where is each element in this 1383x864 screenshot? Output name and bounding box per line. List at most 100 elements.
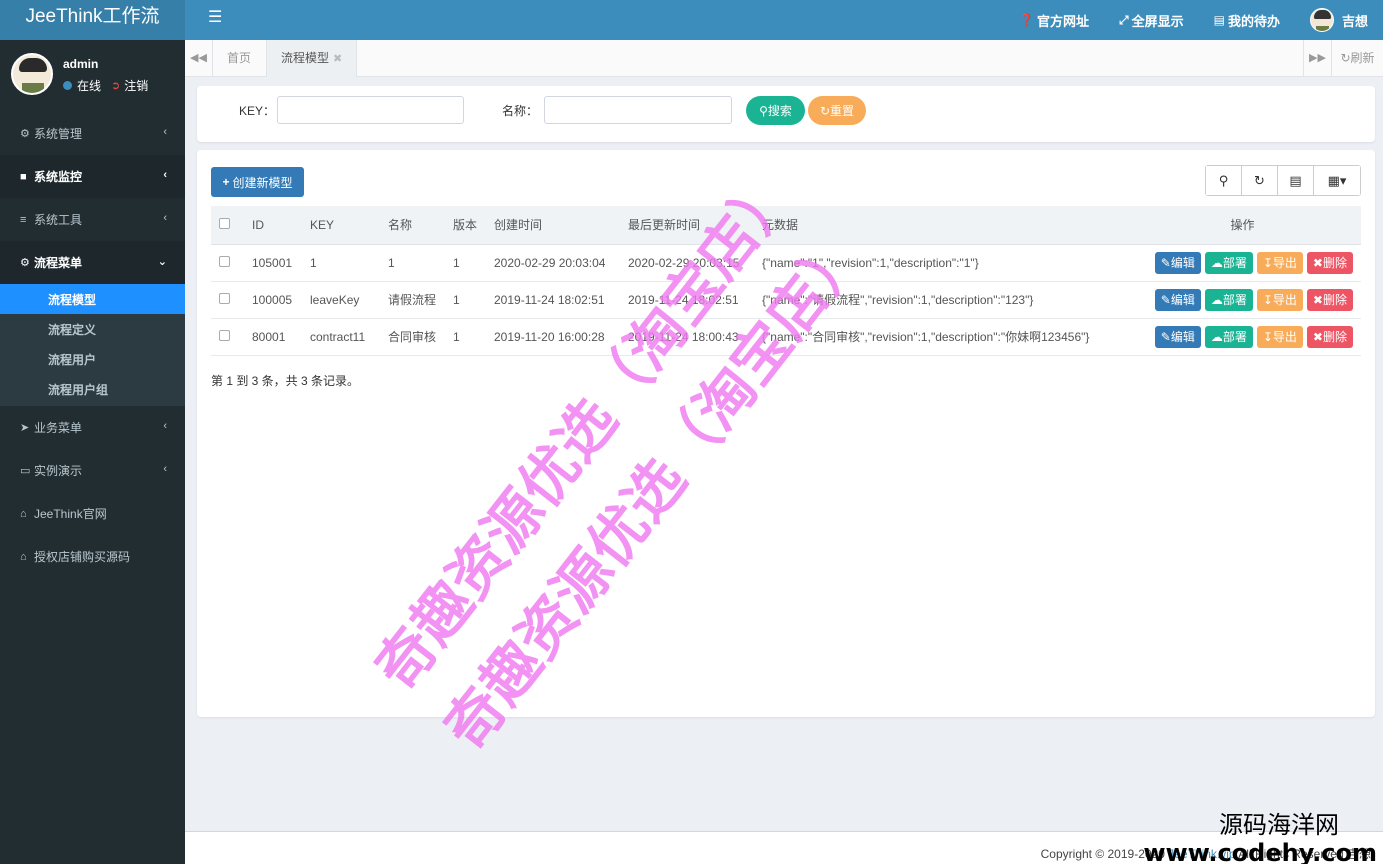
refresh-icon: ↻	[1340, 51, 1351, 65]
reset-button[interactable]: ↻ 重置	[808, 96, 866, 125]
cell-name: 合同审核	[380, 318, 445, 356]
edit-button[interactable]: ✎ 编辑	[1154, 325, 1201, 348]
delete-button[interactable]: ✖ 删除	[1306, 325, 1353, 348]
create-model-button[interactable]: + 创建新模型	[211, 167, 304, 197]
col-ops: 操作	[1124, 206, 1361, 245]
cloud-upload-icon: ☁	[1210, 255, 1223, 270]
deploy-button[interactable]: ☁ 部署	[1204, 288, 1253, 311]
sidebar-item-system-tools[interactable]: ≡ 系统工具 ‹	[0, 198, 185, 241]
desktop-icon: ▭	[20, 465, 31, 477]
close-icon: ✖	[1312, 329, 1323, 344]
top-header: JeeThink工作流 ☰ ❓ 官方网址 ⤢ 全屏显示 ▤ 我的待办 吉想	[0, 0, 1383, 40]
submenu-item-groups[interactable]: 流程用户组	[0, 374, 185, 404]
edit-button[interactable]: ✎ 编辑	[1154, 251, 1201, 274]
delete-button[interactable]: ✖ 删除	[1306, 288, 1353, 311]
row-checkbox[interactable]	[219, 255, 230, 267]
key-label: KEY：	[239, 104, 276, 118]
edit-icon: ✎	[1160, 255, 1171, 270]
tab-home[interactable]: 首页	[213, 40, 265, 77]
online-dot-icon	[63, 81, 72, 90]
col-updated[interactable]: 最后更新时间	[620, 206, 754, 245]
sidebar-item-system-monitor[interactable]: ■ 系统监控 ‹	[0, 155, 185, 198]
deploy-button[interactable]: ☁ 部署	[1204, 325, 1253, 348]
sign-out-icon: ➲	[111, 80, 121, 92]
fullscreen-link[interactable]: ⤢ 全屏显示	[1104, 0, 1199, 40]
submenu-item-model[interactable]: 流程模型	[0, 284, 185, 314]
key-input[interactable]	[277, 96, 464, 124]
app-logo[interactable]: JeeThink工作流	[0, 0, 185, 40]
sidebar-item-business-menu[interactable]: ➤ 业务菜单 ‹	[0, 406, 185, 449]
cell-version: 1	[445, 244, 486, 282]
name-input[interactable]	[544, 96, 732, 124]
col-meta[interactable]: 元数据	[754, 206, 1124, 245]
bars-icon: ≡	[20, 213, 27, 226]
sidebar-item-buy-source[interactable]: ⌂ 授权店铺购买源码	[0, 535, 185, 578]
question-circle-icon: ❓	[1019, 13, 1034, 27]
user-status: 在线 ➲ 注销	[63, 77, 148, 94]
toggle-view-button[interactable]: ▤	[1278, 166, 1314, 195]
name-label: 名称：	[502, 104, 539, 118]
my-tasks-link[interactable]: ▤ 我的待办	[1199, 0, 1295, 40]
cloud-upload-icon: ☁	[1210, 329, 1223, 344]
chevron-down-icon: ⌄	[157, 256, 167, 268]
close-icon: ✖	[1312, 255, 1323, 270]
columns-button[interactable]: ▦▾	[1314, 166, 1360, 195]
col-id[interactable]: ID	[244, 206, 302, 245]
tab-workflow-model[interactable]: 流程模型 ✖	[266, 40, 358, 77]
close-icon: ✖	[1312, 292, 1323, 307]
sidebar-item-demo[interactable]: ▭ 实例演示 ‹	[0, 449, 185, 492]
row-select-cell	[211, 318, 244, 356]
select-all-checkbox[interactable]	[219, 217, 230, 229]
user-name: admin	[63, 57, 99, 71]
table-row: 105001 1 1 1 2020-02-29 20:03:04 2020-02…	[211, 244, 1361, 282]
search-toggle-button[interactable]: ⚲	[1206, 166, 1242, 195]
sidebar-item-official-site[interactable]: ⌂ JeeThink官网	[0, 492, 185, 535]
refresh-table-button[interactable]: ↻	[1242, 166, 1278, 195]
model-panel: + 创建新模型 ⚲ ↻ ▤ ▦▾ ID KEY 名称 版本 创建时间 最后更新时间…	[197, 150, 1375, 717]
sidebar-item-system-admin[interactable]: ⚙ 系统管理 ‹	[0, 112, 185, 155]
user-panel: admin 在线 ➲ 注销	[0, 40, 185, 112]
cell-key: contract11	[302, 318, 380, 356]
col-key[interactable]: KEY	[302, 206, 380, 245]
export-button[interactable]: ↧ 导出	[1256, 325, 1303, 348]
col-version[interactable]: 版本	[445, 206, 486, 245]
columns-icon: ▦▾	[1327, 172, 1347, 188]
row-checkbox[interactable]	[219, 292, 230, 304]
cell-id: 105001	[244, 244, 302, 282]
export-button[interactable]: ↧ 导出	[1256, 288, 1303, 311]
deploy-button[interactable]: ☁ 部署	[1204, 251, 1253, 274]
close-icon[interactable]: ✖	[333, 53, 342, 65]
gear-icon: ⚙	[20, 128, 30, 140]
submenu-item-users[interactable]: 流程用户	[0, 344, 185, 374]
cell-name: 1	[380, 244, 445, 282]
col-name[interactable]: 名称	[380, 206, 445, 245]
row-checkbox[interactable]	[219, 329, 230, 341]
refresh-button[interactable]: ↻刷新	[1331, 40, 1383, 77]
edit-button[interactable]: ✎ 编辑	[1154, 288, 1201, 311]
bars-icon[interactable]: ☰	[208, 10, 222, 26]
table-header-row: ID KEY 名称 版本 创建时间 最后更新时间 元数据 操作	[211, 206, 1361, 245]
chevron-left-icon: ‹	[163, 212, 167, 224]
tabs-bar: ◀◀ 首页 流程模型 ✖ ▶▶ ↻刷新	[185, 40, 1383, 77]
official-site-footer-link[interactable]: JeeThink.vip	[1168, 847, 1235, 861]
expand-icon: ⤢	[1119, 12, 1129, 27]
sidebar-item-workflow-menu[interactable]: ⚙ 流程菜单 ⌄	[0, 241, 185, 284]
user-menu[interactable]: 吉想	[1295, 0, 1383, 40]
submenu-item-definition[interactable]: 流程定义	[0, 314, 185, 344]
export-button[interactable]: ↧ 导出	[1256, 251, 1303, 274]
footer: Copyright © 2019-2020 JeeThink.vip All R…	[185, 831, 1383, 864]
tabs-scroll-left-icon[interactable]: ◀◀	[185, 40, 213, 77]
table-row: 100005 leaveKey 请假流程 1 2019-11-24 18:02:…	[211, 281, 1361, 319]
cell-meta: {"name":"1","revision":1,"description":"…	[754, 244, 1124, 282]
delete-button[interactable]: ✖ 删除	[1306, 251, 1353, 274]
logout-link[interactable]: 注销	[124, 77, 148, 94]
col-created[interactable]: 创建时间	[486, 206, 620, 245]
cell-updated: 2019-11-24 18:02:51	[620, 281, 754, 319]
official-site-link[interactable]: ❓ 官方网址	[1004, 0, 1104, 40]
cell-name: 请假流程	[380, 281, 445, 319]
download-icon: ↧	[1262, 329, 1273, 344]
tabs-scroll-right-icon[interactable]: ▶▶	[1303, 40, 1331, 77]
refresh-icon: ↻	[819, 103, 831, 118]
avatar	[11, 53, 53, 95]
search-button[interactable]: ⚲ 搜索	[746, 96, 805, 125]
